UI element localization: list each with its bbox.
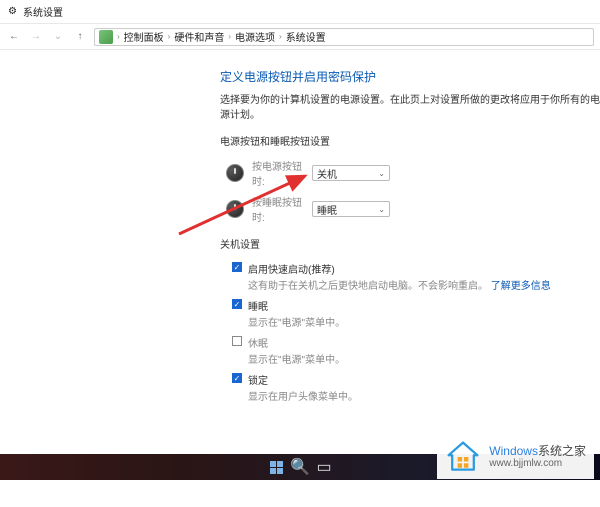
start-button[interactable] [268, 459, 284, 475]
opt-lock: ✓ 锁定 显示在用户头像菜单中。 [232, 372, 600, 403]
power-button-value: 关机 [317, 166, 337, 181]
power-button-select[interactable]: 关机 ⌄ [312, 165, 390, 181]
sleep-button-select[interactable]: 睡眠 ⌄ [312, 201, 390, 217]
app-icon: ⚙ [8, 6, 17, 17]
opt-sleep: ✓ 睡眠 显示在"电源"菜单中。 [232, 298, 600, 329]
checkbox-hibernate[interactable] [232, 336, 242, 346]
watermark-brand-prefix: Windows [489, 444, 538, 458]
opt-sleep-title: 睡眠 [248, 298, 268, 313]
power-button-row: 按电源按钮时: 关机 ⌄ [226, 158, 600, 188]
window-title: 系统设置 [23, 4, 63, 19]
chevron-right-icon: › [117, 32, 120, 41]
chevron-right-icon: › [279, 32, 282, 41]
nav-recent-chevron[interactable]: ⌄ [50, 29, 66, 45]
taskview-icon[interactable]: ▭ [316, 459, 332, 475]
watermark-brand-suffix: 系统之家 [538, 444, 586, 458]
crumb-control-panel[interactable]: 控制面板 [124, 29, 164, 44]
power-button-section-label: 电源按钮和睡眠按钮设置 [220, 133, 600, 148]
nav-forward-button[interactable]: → [28, 29, 44, 45]
watermark: Windows系统之家 www.bjjmlw.com [437, 435, 594, 479]
checkbox-lock[interactable]: ✓ [232, 373, 242, 383]
opt-lock-title: 锁定 [248, 372, 268, 387]
window-titlebar: ⚙ 系统设置 [0, 0, 600, 24]
sleep-button-value: 睡眠 [317, 202, 337, 217]
search-icon[interactable]: 🔍 [292, 459, 308, 475]
sleep-button-label: 按睡眠按钮时: [252, 194, 312, 224]
power-icon [226, 200, 244, 218]
opt-fast-startup-desc: 这有助于在关机之后更快地启动电脑。不会影响重启。 [248, 281, 488, 292]
chevron-right-icon: › [168, 32, 171, 41]
page-description: 选择要为你的计算机设置的电源设置。在此页上对设置所做的更改将应用于你所有的电源计… [220, 91, 600, 121]
chevron-right-icon: › [228, 32, 231, 41]
opt-hibernate-desc: 显示在"电源"菜单中。 [248, 351, 600, 366]
opt-fast-startup-title: 启用快速启动(推荐) [248, 261, 335, 276]
sleep-button-row: 按睡眠按钮时: 睡眠 ⌄ [226, 194, 600, 224]
learn-more-link[interactable]: 了解更多信息 [491, 281, 551, 292]
watermark-domain: www.bjjmlw.com [489, 458, 586, 470]
opt-lock-desc: 显示在用户头像菜单中。 [248, 388, 600, 403]
power-button-label: 按电源按钮时: [252, 158, 312, 188]
chevron-down-icon: ⌄ [378, 205, 385, 214]
opt-hibernate: 休眠 显示在"电源"菜单中。 [232, 335, 600, 366]
crumb-hardware-sound[interactable]: 硬件和声音 [174, 29, 224, 44]
main-content: 定义电源按钮并启用密码保护 选择要为你的计算机设置的电源设置。在此页上对设置所做… [0, 50, 600, 403]
checkbox-fast-startup[interactable]: ✓ [232, 262, 242, 272]
opt-hibernate-title: 休眠 [248, 335, 268, 350]
opt-sleep-desc: 显示在"电源"菜单中。 [248, 314, 600, 329]
page-title: 定义电源按钮并启用密码保护 [220, 68, 600, 85]
nav-up-button[interactable]: ↑ [72, 29, 88, 45]
crumb-power-options[interactable]: 电源选项 [235, 29, 275, 44]
house-icon [445, 439, 481, 475]
power-icon [226, 164, 244, 182]
nav-back-button[interactable]: ← [6, 29, 22, 45]
chevron-down-icon: ⌄ [378, 169, 385, 178]
breadcrumb[interactable]: › 控制面板 › 硬件和声音 › 电源选项 › 系统设置 [94, 28, 594, 46]
control-panel-icon [99, 30, 113, 44]
checkbox-sleep[interactable]: ✓ [232, 299, 242, 309]
shutdown-section-label: 关机设置 [220, 236, 600, 251]
crumb-system-settings[interactable]: 系统设置 [286, 29, 326, 44]
opt-fast-startup: ✓ 启用快速启动(推荐) 这有助于在关机之后更快地启动电脑。不会影响重启。 了解… [232, 261, 600, 292]
nav-toolbar: ← → ⌄ ↑ › 控制面板 › 硬件和声音 › 电源选项 › 系统设置 [0, 24, 600, 50]
